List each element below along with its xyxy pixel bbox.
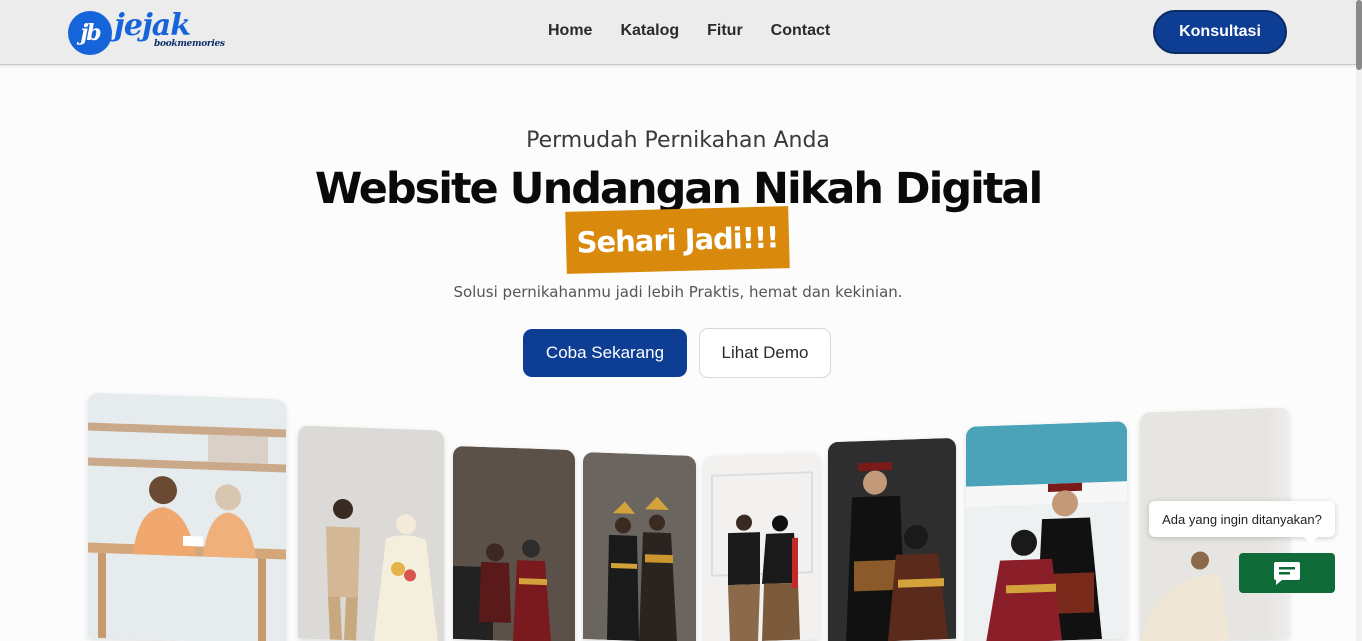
nav-menu: Home Katalog Fitur Contact [548,22,830,40]
logo-tagline: bookmemories [154,39,225,49]
scrollbar-thumb[interactable] [1356,0,1362,70]
chat-button[interactable] [1239,553,1335,593]
balinese-couple-image [828,437,956,641]
navbar: jb jejak bookmemories Home Katalog Fitur… [0,0,1356,65]
batik-couple-photo[interactable] [704,451,820,641]
logo-text: jejak bookmemories [114,8,225,50]
balinese-couple-photo[interactable] [828,437,956,641]
kitchen-couple-photo[interactable] [88,392,286,641]
chat-icon [1274,562,1300,585]
hero-highlight-badge: Sehari Jadi!!! [565,206,790,274]
konsultasi-button[interactable]: Konsultasi [1153,10,1287,54]
hero-eyebrow: Permudah Pernikahan Anda [526,128,830,153]
traditional-couple-dark-photo[interactable] [453,445,575,641]
traditional-couple-gold-image [583,452,696,641]
casual-couple-image [298,425,444,641]
coba-sekarang-button[interactable]: Coba Sekarang [523,329,687,377]
hero-title: Website Undangan Nikah Digital [314,164,1043,214]
hero-subtitle: Solusi pernikahanmu jadi lebih Praktis, … [453,283,903,301]
lihat-demo-button[interactable]: Lihat Demo [699,328,831,378]
chat-prompt-bubble: Ada yang ingin ditanyakan? [1149,501,1335,544]
brand-logo[interactable]: jb jejak bookmemories [68,8,225,58]
kitchen-couple-image [88,392,286,641]
page-scrollbar[interactable] [1356,0,1362,641]
traditional-couple-gold-photo[interactable] [583,452,696,641]
logo-mark-icon: jb [68,11,112,55]
nav-link-katalog[interactable]: Katalog [620,22,679,40]
logo-word: jejak [114,8,191,43]
batik-couple-image [704,451,820,641]
gallery-fade-left [0,380,90,641]
nav-link-fitur[interactable]: Fitur [707,22,743,40]
traditional-couple-dark-image [453,445,575,641]
balinese-couple-sky-image [966,421,1127,641]
casual-couple-photo[interactable] [298,425,444,641]
nav-link-contact[interactable]: Contact [771,22,831,40]
nav-link-home[interactable]: Home [548,22,592,40]
balinese-couple-sky-photo[interactable] [966,421,1127,641]
